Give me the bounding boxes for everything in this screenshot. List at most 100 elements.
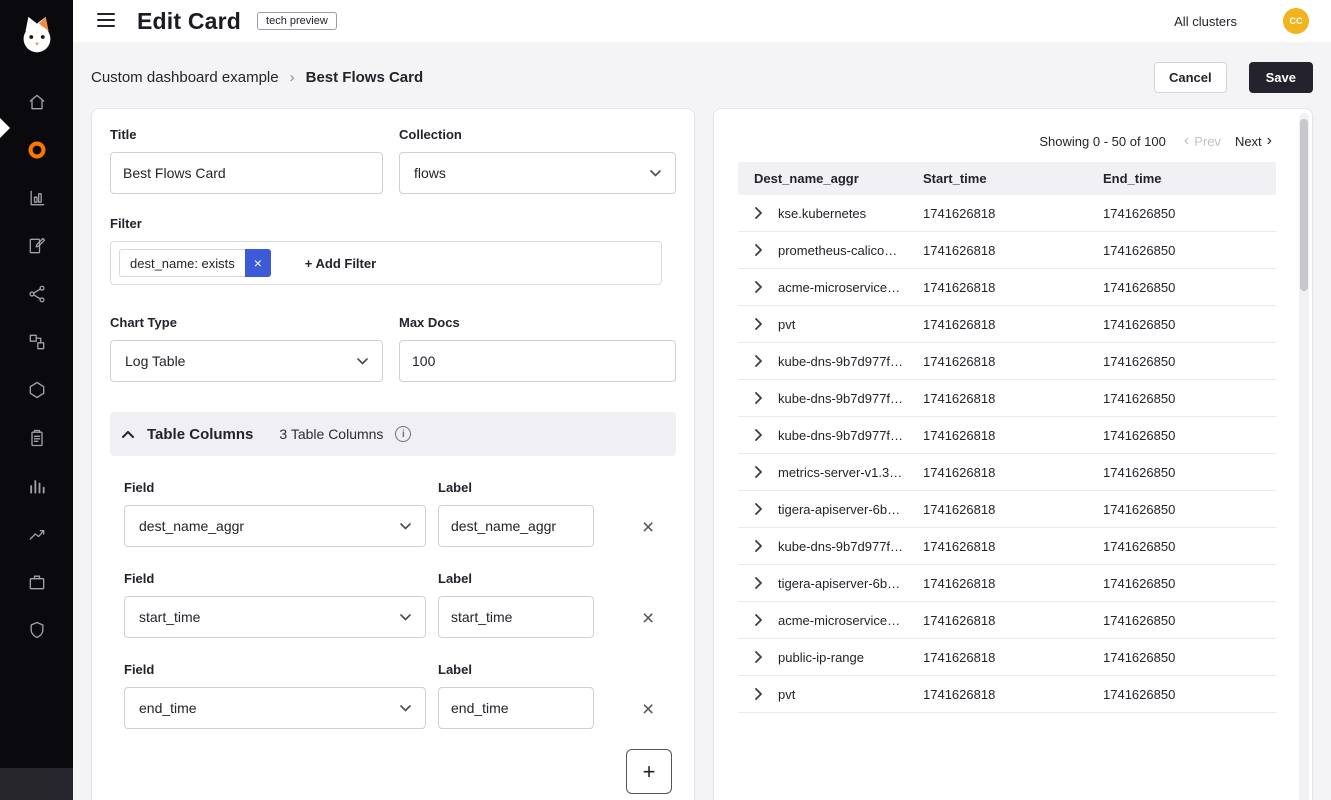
row-end-time: 1741626850: [1103, 687, 1276, 702]
chart-type-select[interactable]: Log Table: [110, 340, 383, 382]
row-dest-name: prometheus-calico…: [778, 243, 923, 258]
row-end-time: 1741626850: [1103, 317, 1276, 332]
remove-column-button[interactable]: ×: [642, 517, 654, 538]
table-row[interactable]: kube-dns-9b7d977f… 1741626818 1741626850: [738, 417, 1276, 454]
calico-logo-icon[interactable]: [14, 12, 60, 62]
row-end-time: 1741626850: [1103, 354, 1276, 369]
next-button[interactable]: Next ›: [1235, 133, 1272, 149]
table-row[interactable]: acme-microservice… 1741626818 1741626850: [738, 602, 1276, 639]
remove-column-button[interactable]: ×: [642, 608, 654, 629]
row-expand-chevron-icon[interactable]: [738, 503, 778, 515]
row-dest-name: tigera-apiserver-6b…: [778, 576, 923, 591]
table-row[interactable]: prometheus-calico… 1741626818 1741626850: [738, 232, 1276, 269]
table-row[interactable]: public-ip-range 1741626818 1741626850: [738, 639, 1276, 676]
topology-icon[interactable]: [0, 366, 73, 414]
table-row[interactable]: acme-microservice… 1741626818 1741626850: [738, 269, 1276, 306]
row-end-time: 1741626850: [1103, 539, 1276, 554]
menu-icon[interactable]: [93, 9, 119, 34]
home-icon[interactable]: [0, 78, 73, 126]
row-dest-name: kube-dns-9b7d977f…: [778, 539, 923, 554]
row-expand-chevron-icon[interactable]: [738, 614, 778, 626]
dashboards-icon[interactable]: [0, 462, 73, 510]
cluster-selector[interactable]: All clusters: [1174, 14, 1237, 29]
remove-filter-button[interactable]: ×: [245, 249, 271, 277]
breadcrumb-parent-link[interactable]: Custom dashboard example: [91, 69, 279, 86]
filter-chip[interactable]: dest_name: exists ×: [119, 249, 271, 277]
compliance-icon[interactable]: [0, 414, 73, 462]
preview-scrollbar[interactable]: [1299, 113, 1309, 800]
table-row[interactable]: tigera-apiserver-6b… 1741626818 17416268…: [738, 565, 1276, 602]
label-input[interactable]: [438, 505, 594, 547]
tiers-icon[interactable]: [0, 318, 73, 366]
collection-select[interactable]: flows: [399, 152, 676, 194]
row-expand-chevron-icon[interactable]: [738, 392, 778, 404]
row-expand-chevron-icon[interactable]: [738, 429, 778, 441]
table-row[interactable]: kube-dns-9b7d977f… 1741626818 1741626850: [738, 343, 1276, 380]
row-dest-name: metrics-server-v1.3…: [778, 465, 923, 480]
row-expand-chevron-icon[interactable]: [738, 540, 778, 552]
row-end-time: 1741626850: [1103, 243, 1276, 258]
collapse-chevron-icon: [122, 431, 134, 438]
chevron-down-icon: [400, 705, 411, 712]
field-select[interactable]: dest_name_aggr: [124, 505, 426, 547]
row-expand-chevron-icon[interactable]: [738, 577, 778, 589]
chevron-right-icon: ›: [1267, 133, 1272, 149]
field-select[interactable]: start_time: [124, 596, 426, 638]
apps-icon[interactable]: [0, 558, 73, 606]
showing-text: Showing 0 - 50 of 100: [1039, 134, 1165, 149]
sidebar-footer[interactable]: [0, 768, 73, 800]
table-row[interactable]: pvt 1741626818 1741626850: [738, 676, 1276, 713]
row-expand-chevron-icon[interactable]: [738, 688, 778, 700]
field-select[interactable]: end_time: [124, 687, 426, 729]
table-columns-title: Table Columns: [147, 426, 253, 443]
scrollbar-thumb[interactable]: [1300, 119, 1308, 291]
max-docs-input[interactable]: [399, 340, 676, 382]
sidebar-nav: [0, 78, 73, 654]
flows-icon[interactable]: [0, 126, 73, 174]
row-expand-chevron-icon[interactable]: [738, 281, 778, 293]
row-start-time: 1741626818: [923, 206, 1103, 221]
row-dest-name: kube-dns-9b7d977f…: [778, 354, 923, 369]
table-row[interactable]: tigera-apiserver-6b… 1741626818 17416268…: [738, 491, 1276, 528]
table-row[interactable]: metrics-server-v1.3… 1741626818 17416268…: [738, 454, 1276, 491]
activity-icon[interactable]: [0, 510, 73, 558]
table-row[interactable]: pvt 1741626818 1741626850: [738, 306, 1276, 343]
prev-button[interactable]: ‹ Prev: [1184, 133, 1221, 149]
table-row[interactable]: kse.kubernetes 1741626818 1741626850: [738, 195, 1276, 232]
filter-box: dest_name: exists × + Add Filter: [110, 241, 662, 285]
row-start-time: 1741626818: [923, 354, 1103, 369]
row-end-time: 1741626850: [1103, 576, 1276, 591]
table-columns-header[interactable]: Table Columns 3 Table Columns i: [110, 412, 676, 456]
label-input[interactable]: [438, 687, 594, 729]
row-start-time: 1741626818: [923, 502, 1103, 517]
row-expand-chevron-icon[interactable]: [738, 466, 778, 478]
table-row[interactable]: kube-dns-9b7d977f… 1741626818 1741626850: [738, 528, 1276, 565]
row-expand-chevron-icon[interactable]: [738, 207, 778, 219]
label-input[interactable]: [438, 596, 594, 638]
save-button[interactable]: Save: [1249, 62, 1313, 93]
network-graph-icon[interactable]: [0, 270, 73, 318]
row-expand-chevron-icon[interactable]: [738, 318, 778, 330]
title-input[interactable]: [110, 152, 383, 194]
row-dest-name: kube-dns-9b7d977f…: [778, 391, 923, 406]
row-start-time: 1741626818: [923, 613, 1103, 628]
row-dest-name: public-ip-range: [778, 650, 923, 665]
row-start-time: 1741626818: [923, 576, 1103, 591]
add-filter-button[interactable]: + Add Filter: [305, 256, 376, 271]
chevron-down-icon: [650, 170, 661, 177]
cancel-button[interactable]: Cancel: [1154, 62, 1227, 93]
pagination-bar: Showing 0 - 50 of 100 ‹ Prev Next ›: [714, 109, 1312, 149]
row-start-time: 1741626818: [923, 243, 1103, 258]
row-expand-chevron-icon[interactable]: [738, 651, 778, 663]
info-icon[interactable]: i: [395, 426, 411, 442]
service-graph-icon[interactable]: [0, 174, 73, 222]
avatar[interactable]: CC: [1283, 8, 1309, 34]
policies-icon[interactable]: [0, 222, 73, 270]
add-column-button[interactable]: +: [626, 749, 672, 794]
row-start-time: 1741626818: [923, 650, 1103, 665]
row-expand-chevron-icon[interactable]: [738, 244, 778, 256]
table-row[interactable]: kube-dns-9b7d977f… 1741626818 1741626850: [738, 380, 1276, 417]
remove-column-button[interactable]: ×: [642, 699, 654, 720]
security-icon[interactable]: [0, 606, 73, 654]
row-expand-chevron-icon[interactable]: [738, 355, 778, 367]
